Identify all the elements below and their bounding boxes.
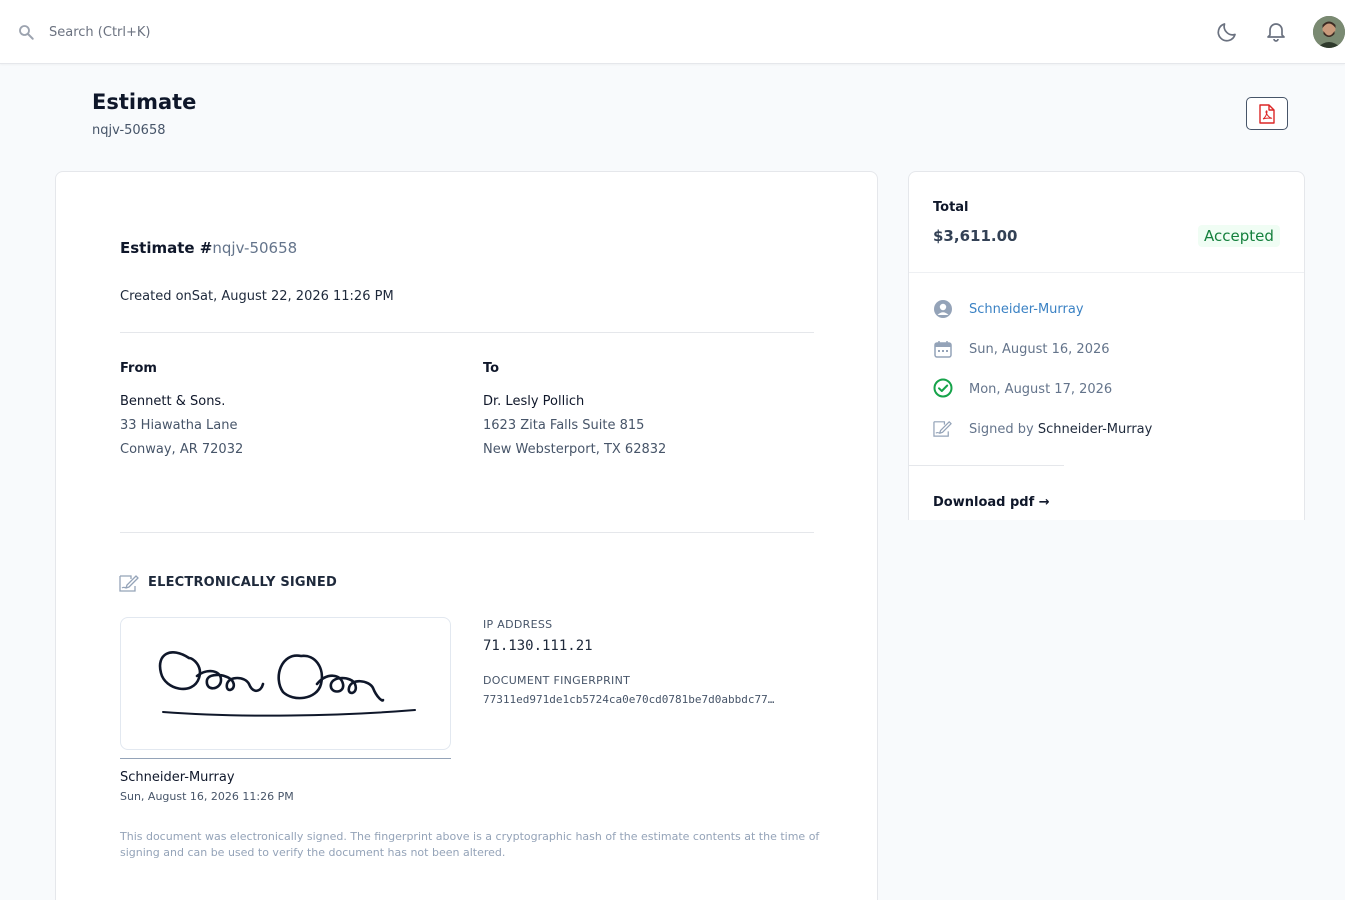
from-address-line2: Conway, AR 72032 <box>120 442 244 457</box>
to-label: To <box>483 361 500 376</box>
created-prefix: Created on <box>120 289 192 304</box>
total-amount: $3,611.00 <box>933 227 1018 245</box>
total-label: Total <box>933 200 969 215</box>
scrollbar[interactable] <box>1345 0 1360 900</box>
signed-at: Sun, August 16, 2026 11:26 PM <box>120 790 294 803</box>
divider <box>120 532 814 533</box>
signature-underline <box>120 758 451 759</box>
estimate-number: nqjv-50658 <box>212 239 298 257</box>
to-address-line1: 1623 Zita Falls Suite 815 <box>483 418 645 433</box>
search-input[interactable] <box>49 22 449 42</box>
divider <box>909 465 1064 466</box>
ip-address-label: IP ADDRESS <box>483 618 553 631</box>
pdf-file-icon <box>1259 103 1275 124</box>
accepted-date: Mon, August 17, 2026 <box>969 382 1113 397</box>
moon-icon[interactable] <box>1215 20 1239 44</box>
signature-icon <box>933 421 952 437</box>
to-name: Dr. Lesly Pollich <box>483 394 585 409</box>
divider <box>909 272 1304 273</box>
signature-box <box>120 617 451 750</box>
created-value: Sat, August 22, 2026 11:26 PM <box>191 289 394 304</box>
esign-title: ELECTRONICALLY SIGNED <box>148 575 337 590</box>
from-address-line1: 33 Hiawatha Lane <box>120 418 238 433</box>
avatar-image <box>1313 16 1345 48</box>
ip-address-value: 71.130.111.21 <box>483 638 593 654</box>
customer-link[interactable]: Schneider-Murray <box>969 302 1084 317</box>
page-title: Estimate <box>92 90 197 114</box>
bell-icon[interactable] <box>1264 19 1288 43</box>
signer-name: Schneider-Murray <box>120 770 235 785</box>
status-badge: Accepted <box>1198 225 1280 247</box>
signed-by-prefix: Signed by <box>969 422 1034 437</box>
signature-icon <box>119 575 139 592</box>
download-pdf-link[interactable]: Download pdf → <box>933 495 1050 510</box>
page-subtitle: nqjv-50658 <box>92 123 166 138</box>
estimate-heading: Estimate #nqjv-50658 <box>120 239 297 257</box>
divider <box>120 332 814 333</box>
estimate-date: Sun, August 16, 2026 <box>969 342 1110 357</box>
from-name: Bennett & Sons. <box>120 394 226 409</box>
signed-by-name: Schneider-Murray <box>1037 422 1153 437</box>
download-pdf-button[interactable] <box>1246 97 1288 130</box>
user-circle-icon <box>934 300 952 318</box>
top-bar <box>0 0 1345 64</box>
fingerprint-value: 77311ed971de1cb5724ca0e70cd0781be7d0abbd… <box>483 693 775 706</box>
created-on: Created onSat, August 22, 2026 11:26 PM <box>120 289 394 304</box>
signed-by: Signed by Schneider-Murray <box>969 422 1152 437</box>
avatar[interactable] <box>1313 16 1345 48</box>
to-address-line2: New Websterport, TX 62832 <box>483 442 667 457</box>
esign-disclaimer: This document was electronically signed.… <box>120 830 820 859</box>
check-circle-icon <box>933 378 953 398</box>
fingerprint-label: DOCUMENT FINGERPRINT <box>483 674 631 687</box>
calendar-icon <box>934 341 952 358</box>
estimate-heading-prefix: Estimate # <box>120 239 213 257</box>
signature-image <box>158 651 416 717</box>
search-icon <box>19 25 34 40</box>
from-label: From <box>120 361 157 376</box>
